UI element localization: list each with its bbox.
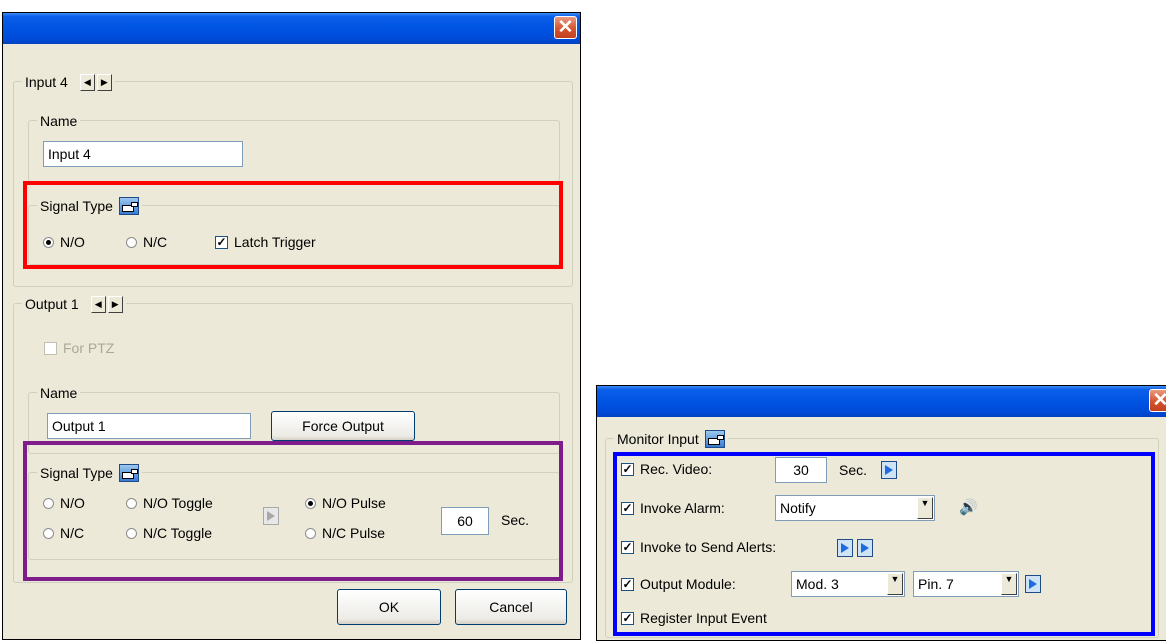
output-name-field[interactable]: Output 1 <box>47 413 251 439</box>
output-title: Output 1 <box>25 296 79 312</box>
name-group-title: Name <box>37 384 81 402</box>
input-name-group: Name Input 4 <box>28 112 560 182</box>
name-label: Name <box>40 113 78 129</box>
ok-button[interactable]: OK <box>337 589 441 625</box>
monitor-input-header: Monitor Input <box>614 430 728 448</box>
force-output-button[interactable]: Force Output <box>271 411 415 441</box>
name-label: Name <box>40 385 78 401</box>
monitor-input-highlight <box>613 452 1155 636</box>
output-group-header: Output 1 ◀ ▶ <box>22 295 126 313</box>
arrow-left-icon[interactable]: ◀ <box>90 295 106 313</box>
output-signal-highlight <box>23 441 563 581</box>
checkbox-label: For PTZ <box>63 340 115 356</box>
input-signal-highlight <box>23 181 563 269</box>
io-settings-dialog: ✕ Input 4 ◀ ▶ Name Input 4 Signal Type N… <box>2 12 581 640</box>
monitor-input-title: Monitor Input <box>617 431 699 447</box>
hand-pointer-icon[interactable] <box>704 430 725 448</box>
close-icon[interactable]: ✕ <box>1149 389 1166 412</box>
arrow-right-icon[interactable]: ▶ <box>96 73 112 91</box>
close-icon[interactable]: ✕ <box>554 16 577 39</box>
checkbox-indicator <box>44 341 57 355</box>
input-title: Input 4 <box>25 74 68 90</box>
input-group-header: Input 4 ◀ ▶ <box>22 73 115 91</box>
monitor-input-dialog: ✕ Monitor Input ✓ Rec. Video: 30 Sec. ✓ … <box>596 385 1166 641</box>
for-ptz-checkbox[interactable]: For PTZ <box>44 340 114 356</box>
title-bar: ✕ <box>3 13 580 44</box>
arrow-right-icon[interactable]: ▶ <box>107 295 123 313</box>
title-bar: ✕ <box>597 386 1166 417</box>
cancel-button[interactable]: Cancel <box>455 589 567 625</box>
name-group-title: Name <box>37 112 81 130</box>
arrow-left-icon[interactable]: ◀ <box>79 73 95 91</box>
input-name-field[interactable]: Input 4 <box>43 141 243 167</box>
